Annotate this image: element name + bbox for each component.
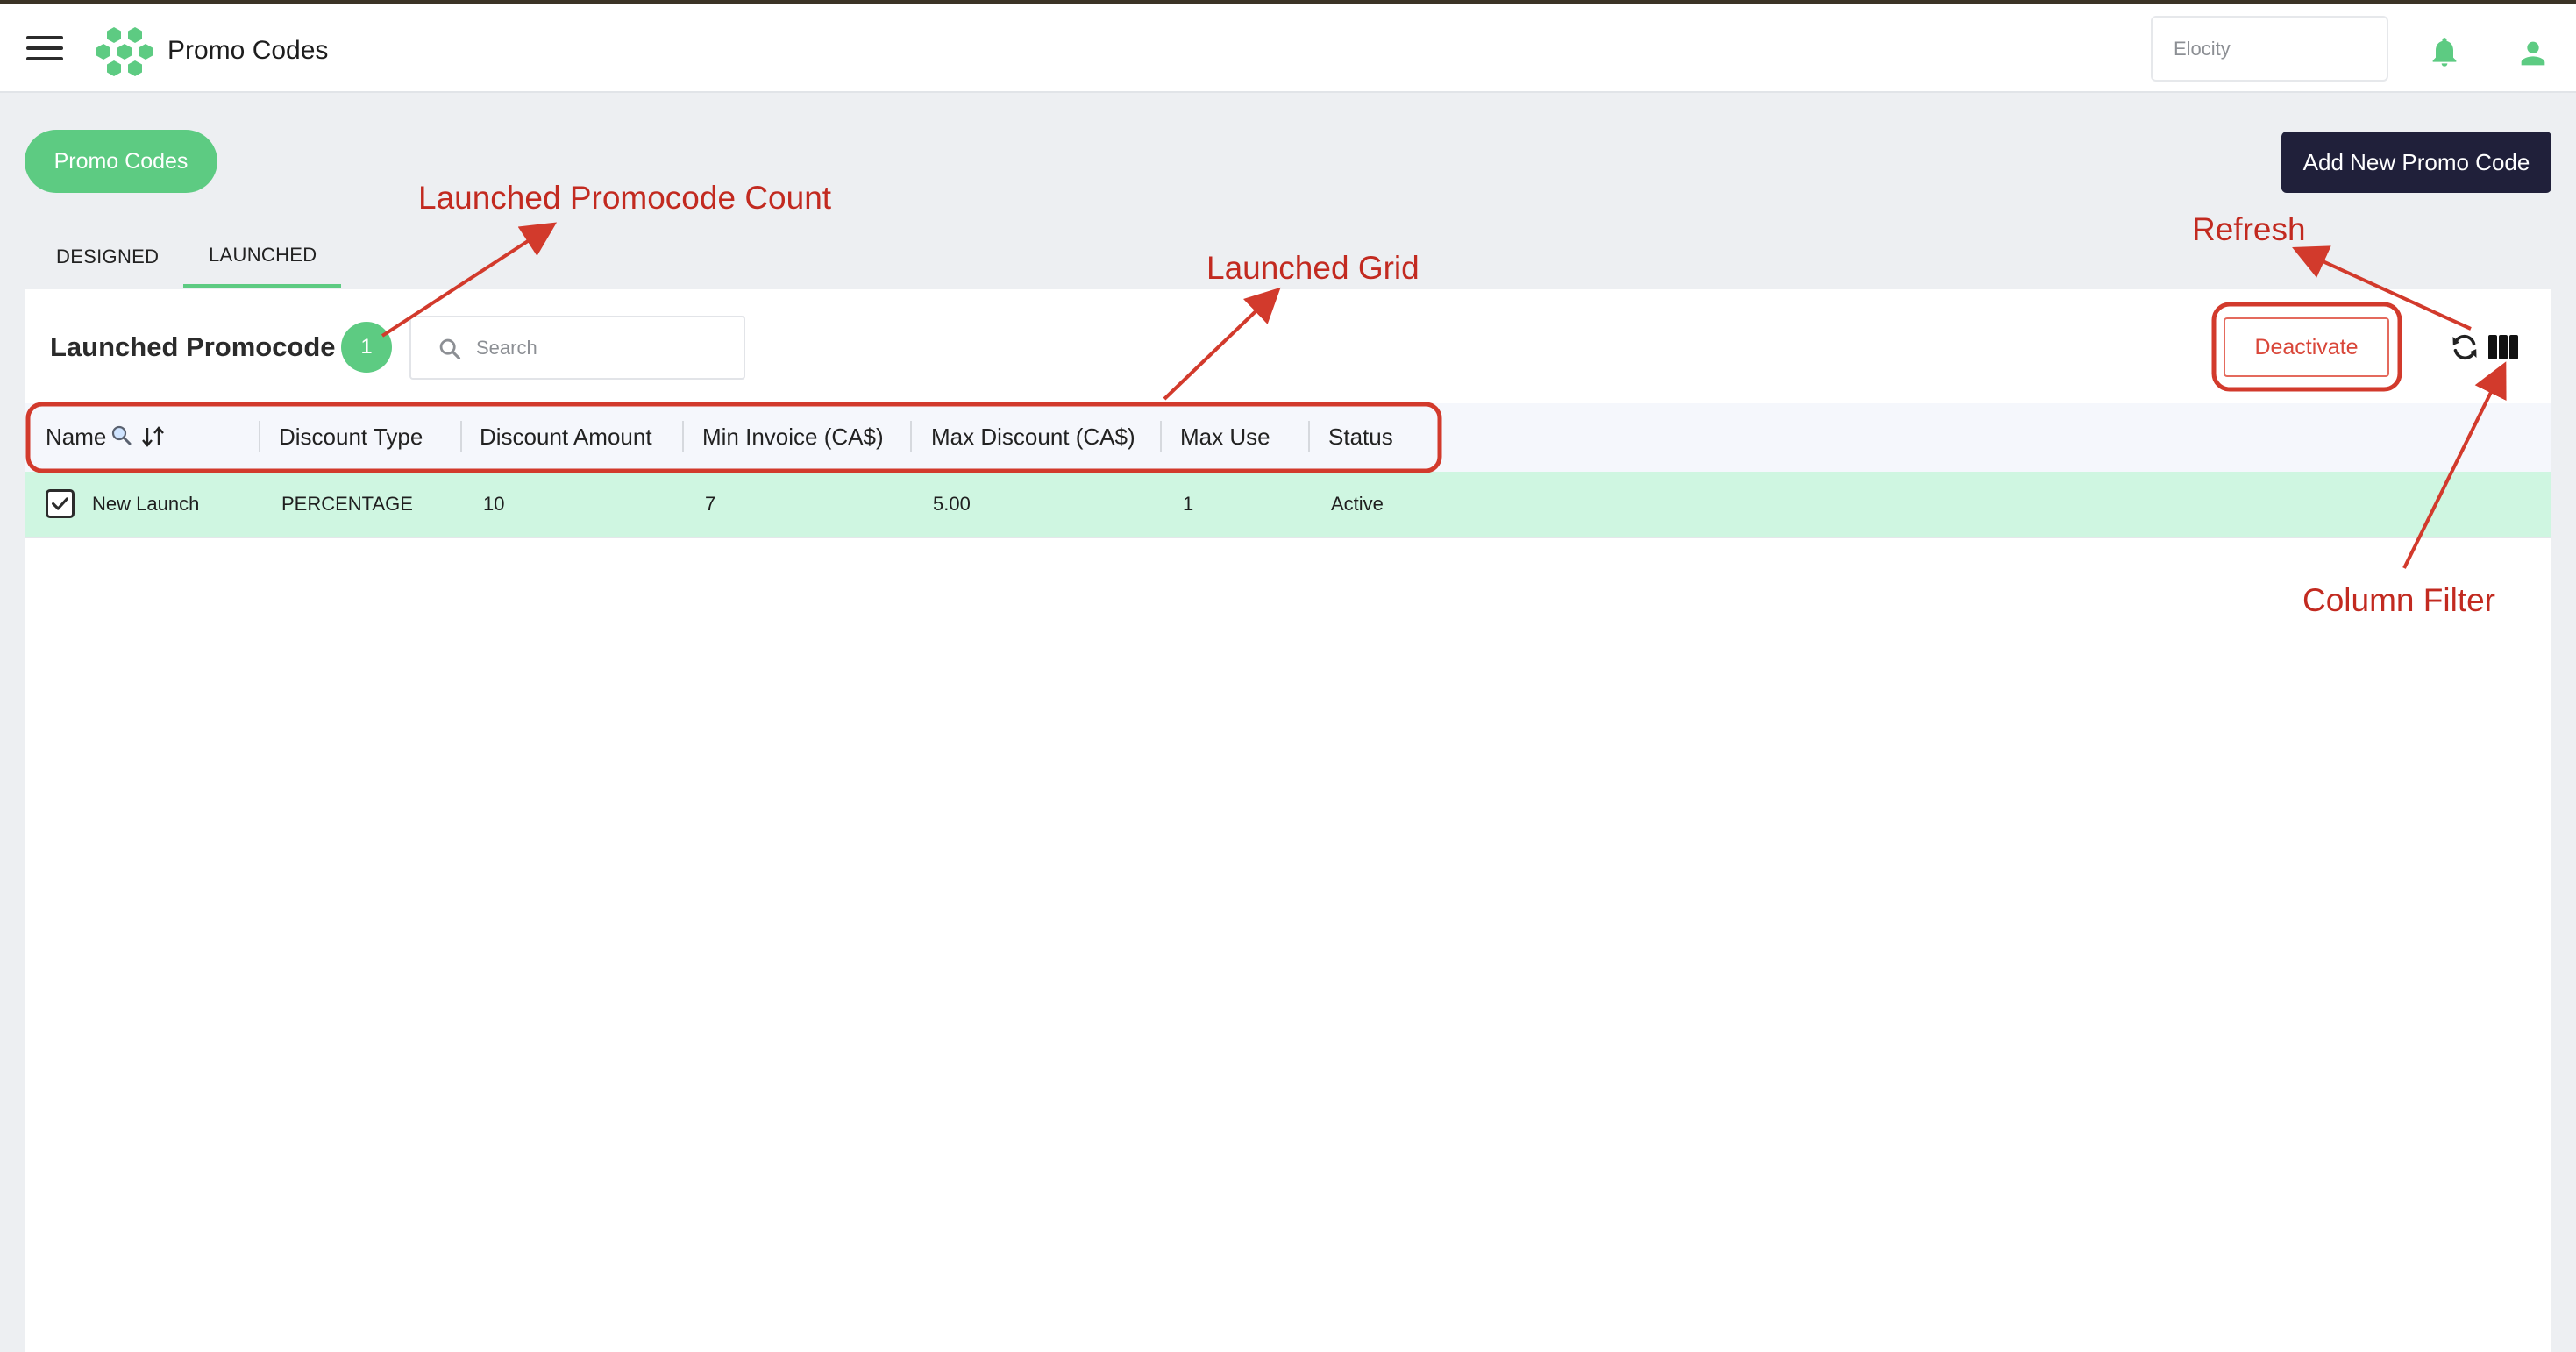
- column-header-min-invoice[interactable]: Min Invoice (CA$): [702, 423, 884, 451]
- search-input[interactable]: [476, 321, 730, 375]
- cell-min-invoice: 7: [705, 493, 716, 515]
- cell-status: Active: [1331, 493, 1384, 515]
- column-divider: [910, 421, 912, 452]
- tab-designed[interactable]: DESIGNED: [56, 245, 159, 268]
- grid-title: Launched Promocode: [50, 331, 336, 362]
- launched-count-badge: 1: [341, 322, 392, 373]
- column-header-max-discount[interactable]: Max Discount (CA$): [931, 423, 1135, 451]
- cell-max-discount: 5.00: [933, 493, 971, 515]
- column-divider: [682, 421, 684, 452]
- cell-max-use: 1: [1183, 493, 1194, 515]
- column-divider: [1160, 421, 1162, 452]
- column-header-max-use[interactable]: Max Use: [1180, 423, 1270, 451]
- column-header-status[interactable]: Status: [1328, 423, 1393, 451]
- cell-discount-amount: 10: [483, 493, 505, 515]
- column-filter-icon[interactable]: [2488, 334, 2518, 360]
- cell-discount-type: PERCENTAGE: [281, 493, 413, 515]
- search-icon: [439, 338, 461, 360]
- column-header-name[interactable]: Name: [46, 423, 106, 451]
- tenant-selector-input[interactable]: [2151, 16, 2388, 82]
- user-icon[interactable]: [2516, 36, 2551, 71]
- annotation-refresh: Refresh: [2192, 211, 2306, 247]
- column-header-discount-amount[interactable]: Discount Amount: [480, 423, 652, 451]
- name-search-sort-icons[interactable]: [110, 423, 170, 450]
- tab-launched[interactable]: LAUNCHED: [209, 244, 317, 267]
- bell-icon[interactable]: [2427, 34, 2462, 69]
- row-checkbox[interactable]: [46, 489, 75, 518]
- column-divider: [460, 421, 462, 452]
- cell-name: New Launch: [92, 493, 200, 515]
- app-bar: Promo Codes: [0, 4, 2576, 93]
- promo-codes-pill[interactable]: Promo Codes: [25, 130, 217, 193]
- column-divider: [259, 421, 260, 452]
- annotation-launched-grid: Launched Grid: [1206, 250, 1420, 286]
- checkmark-icon: [52, 497, 68, 510]
- column-divider: [1308, 421, 1310, 452]
- annotation-launched-count: Launched Promocode Count: [418, 180, 832, 216]
- hexagon-cluster-logo: [96, 27, 153, 76]
- annotation-column-filter: Column Filter: [2302, 582, 2495, 618]
- deactivate-button[interactable]: Deactivate: [2224, 317, 2389, 377]
- hamburger-menu-icon[interactable]: [26, 36, 63, 66]
- app-title: Promo Codes: [167, 36, 329, 65]
- search-box: [409, 316, 745, 380]
- refresh-icon[interactable]: [2449, 331, 2480, 363]
- add-new-promo-code-button[interactable]: Add New Promo Code: [2281, 132, 2551, 193]
- column-header-discount-type[interactable]: Discount Type: [279, 423, 423, 451]
- active-tab-indicator: [183, 284, 341, 288]
